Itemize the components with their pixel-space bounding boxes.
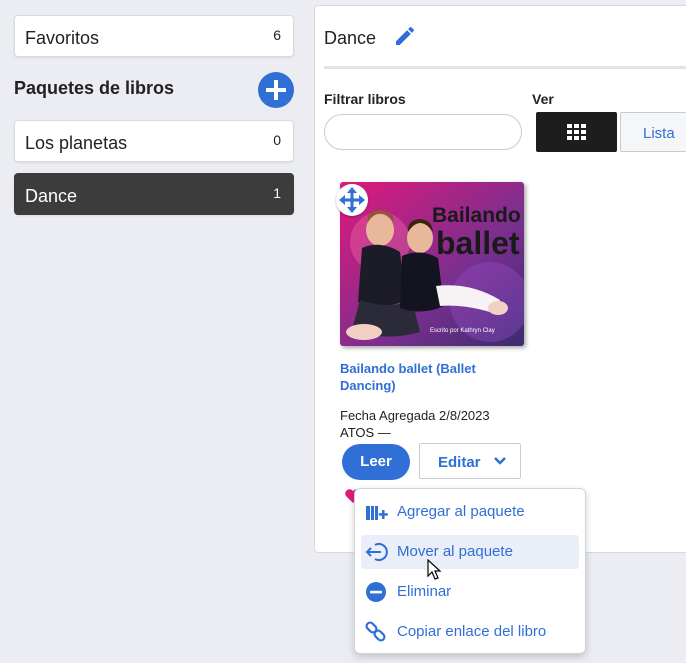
grid-icon xyxy=(567,124,586,140)
menu-item-label: Copiar enlace del libro xyxy=(397,623,547,640)
edit-title-button[interactable] xyxy=(393,24,417,53)
page-title: Dance xyxy=(324,28,377,48)
menu-item-label: Eliminar xyxy=(397,583,452,600)
sidebar-item-label: Los planetas xyxy=(25,133,128,153)
sidebar-item-label: Dance xyxy=(25,186,78,206)
cover-author: Escrito por Kathryn Clay xyxy=(430,328,495,334)
move-to-package-icon xyxy=(365,543,388,561)
cover-title-line2: ballet xyxy=(436,225,520,261)
book-title-link[interactable]: Bailando ballet (Ballet Dancing) xyxy=(340,360,510,394)
filter-input[interactable] xyxy=(324,114,522,150)
packages-heading: Paquetes de libros xyxy=(14,78,175,98)
sidebar-item-label: Favoritos xyxy=(25,28,100,48)
add-package-button[interactable] xyxy=(258,72,294,108)
sidebar-item-los-planetas[interactable]: Los planetas 0 xyxy=(14,120,294,162)
remove-icon xyxy=(366,582,386,602)
sidebar-item-dance[interactable]: Dance 1 xyxy=(14,173,294,215)
menu-item-copy-link[interactable]: Copiar enlace del libro xyxy=(361,615,579,649)
book-meta: Fecha Agregada 2/8/2023 ATOS — xyxy=(340,407,490,441)
atos-level: ATOS — xyxy=(340,425,391,440)
sidebar-item-count: 6 xyxy=(273,27,281,43)
edit-label: Editar xyxy=(438,454,481,471)
edit-dropdown-menu: Agregar al paquete Mover al paquete Elim… xyxy=(354,488,586,654)
sidebar-item-count: 1 xyxy=(273,185,281,201)
list-view-button[interactable]: Lista xyxy=(620,112,686,152)
view-label: Ver xyxy=(532,91,554,107)
menu-item-add-to-package[interactable]: Agregar al paquete xyxy=(361,495,579,529)
move-arrows-icon xyxy=(339,187,365,213)
divider xyxy=(324,66,686,69)
plus-icon xyxy=(266,80,286,100)
sidebar-item-favoritos[interactable]: Favoritos 6 xyxy=(14,15,294,57)
filter-label: Filtrar libros xyxy=(324,91,406,107)
grid-view-button[interactable] xyxy=(536,112,617,152)
sidebar-item-count: 0 xyxy=(273,132,281,148)
menu-item-remove[interactable]: Eliminar xyxy=(361,575,579,609)
cover-title-line1: Bailando xyxy=(432,204,521,227)
drag-handle[interactable] xyxy=(336,184,368,216)
package-panel: Dance Filtrar libros Ver Lista Bailando … xyxy=(314,5,686,553)
menu-item-move-to-package[interactable]: Mover al paquete xyxy=(361,535,579,569)
read-button[interactable]: Leer xyxy=(342,444,410,480)
add-to-package-icon xyxy=(366,506,388,520)
menu-item-label: Agregar al paquete xyxy=(397,503,525,520)
pencil-icon xyxy=(396,26,414,45)
menu-item-label: Mover al paquete xyxy=(397,543,513,560)
mouse-cursor-icon xyxy=(427,559,442,580)
date-added: Fecha Agregada 2/8/2023 xyxy=(340,408,490,423)
chevron-down-icon xyxy=(494,457,506,465)
link-icon xyxy=(365,621,386,642)
list-view-label: Lista xyxy=(643,125,675,142)
edit-dropdown-button[interactable]: Editar xyxy=(419,443,521,479)
